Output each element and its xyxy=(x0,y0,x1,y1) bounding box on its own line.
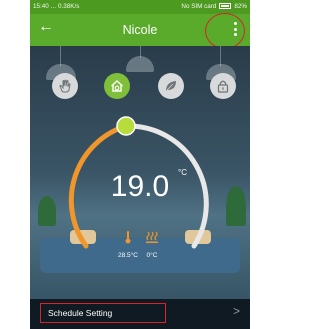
floor-heating-icon xyxy=(146,231,158,243)
dial-knob[interactable] xyxy=(116,116,136,136)
floor-temperature: 0°C xyxy=(146,252,158,259)
thermostat-dial[interactable] xyxy=(30,0,250,329)
room-temperature: 28.5°C xyxy=(118,252,138,259)
setpoint-temperature: 19.0 xyxy=(110,170,170,203)
room-thermometer-icon xyxy=(125,231,131,244)
chevron-right-icon[interactable]: > xyxy=(233,304,240,318)
schedule-setting-button[interactable]: Schedule Setting xyxy=(48,308,112,318)
temperature-unit: °C xyxy=(178,168,187,177)
app-screen: 15:40 ... 0.38K/s No SIM card 82% ← Nico… xyxy=(30,0,250,329)
